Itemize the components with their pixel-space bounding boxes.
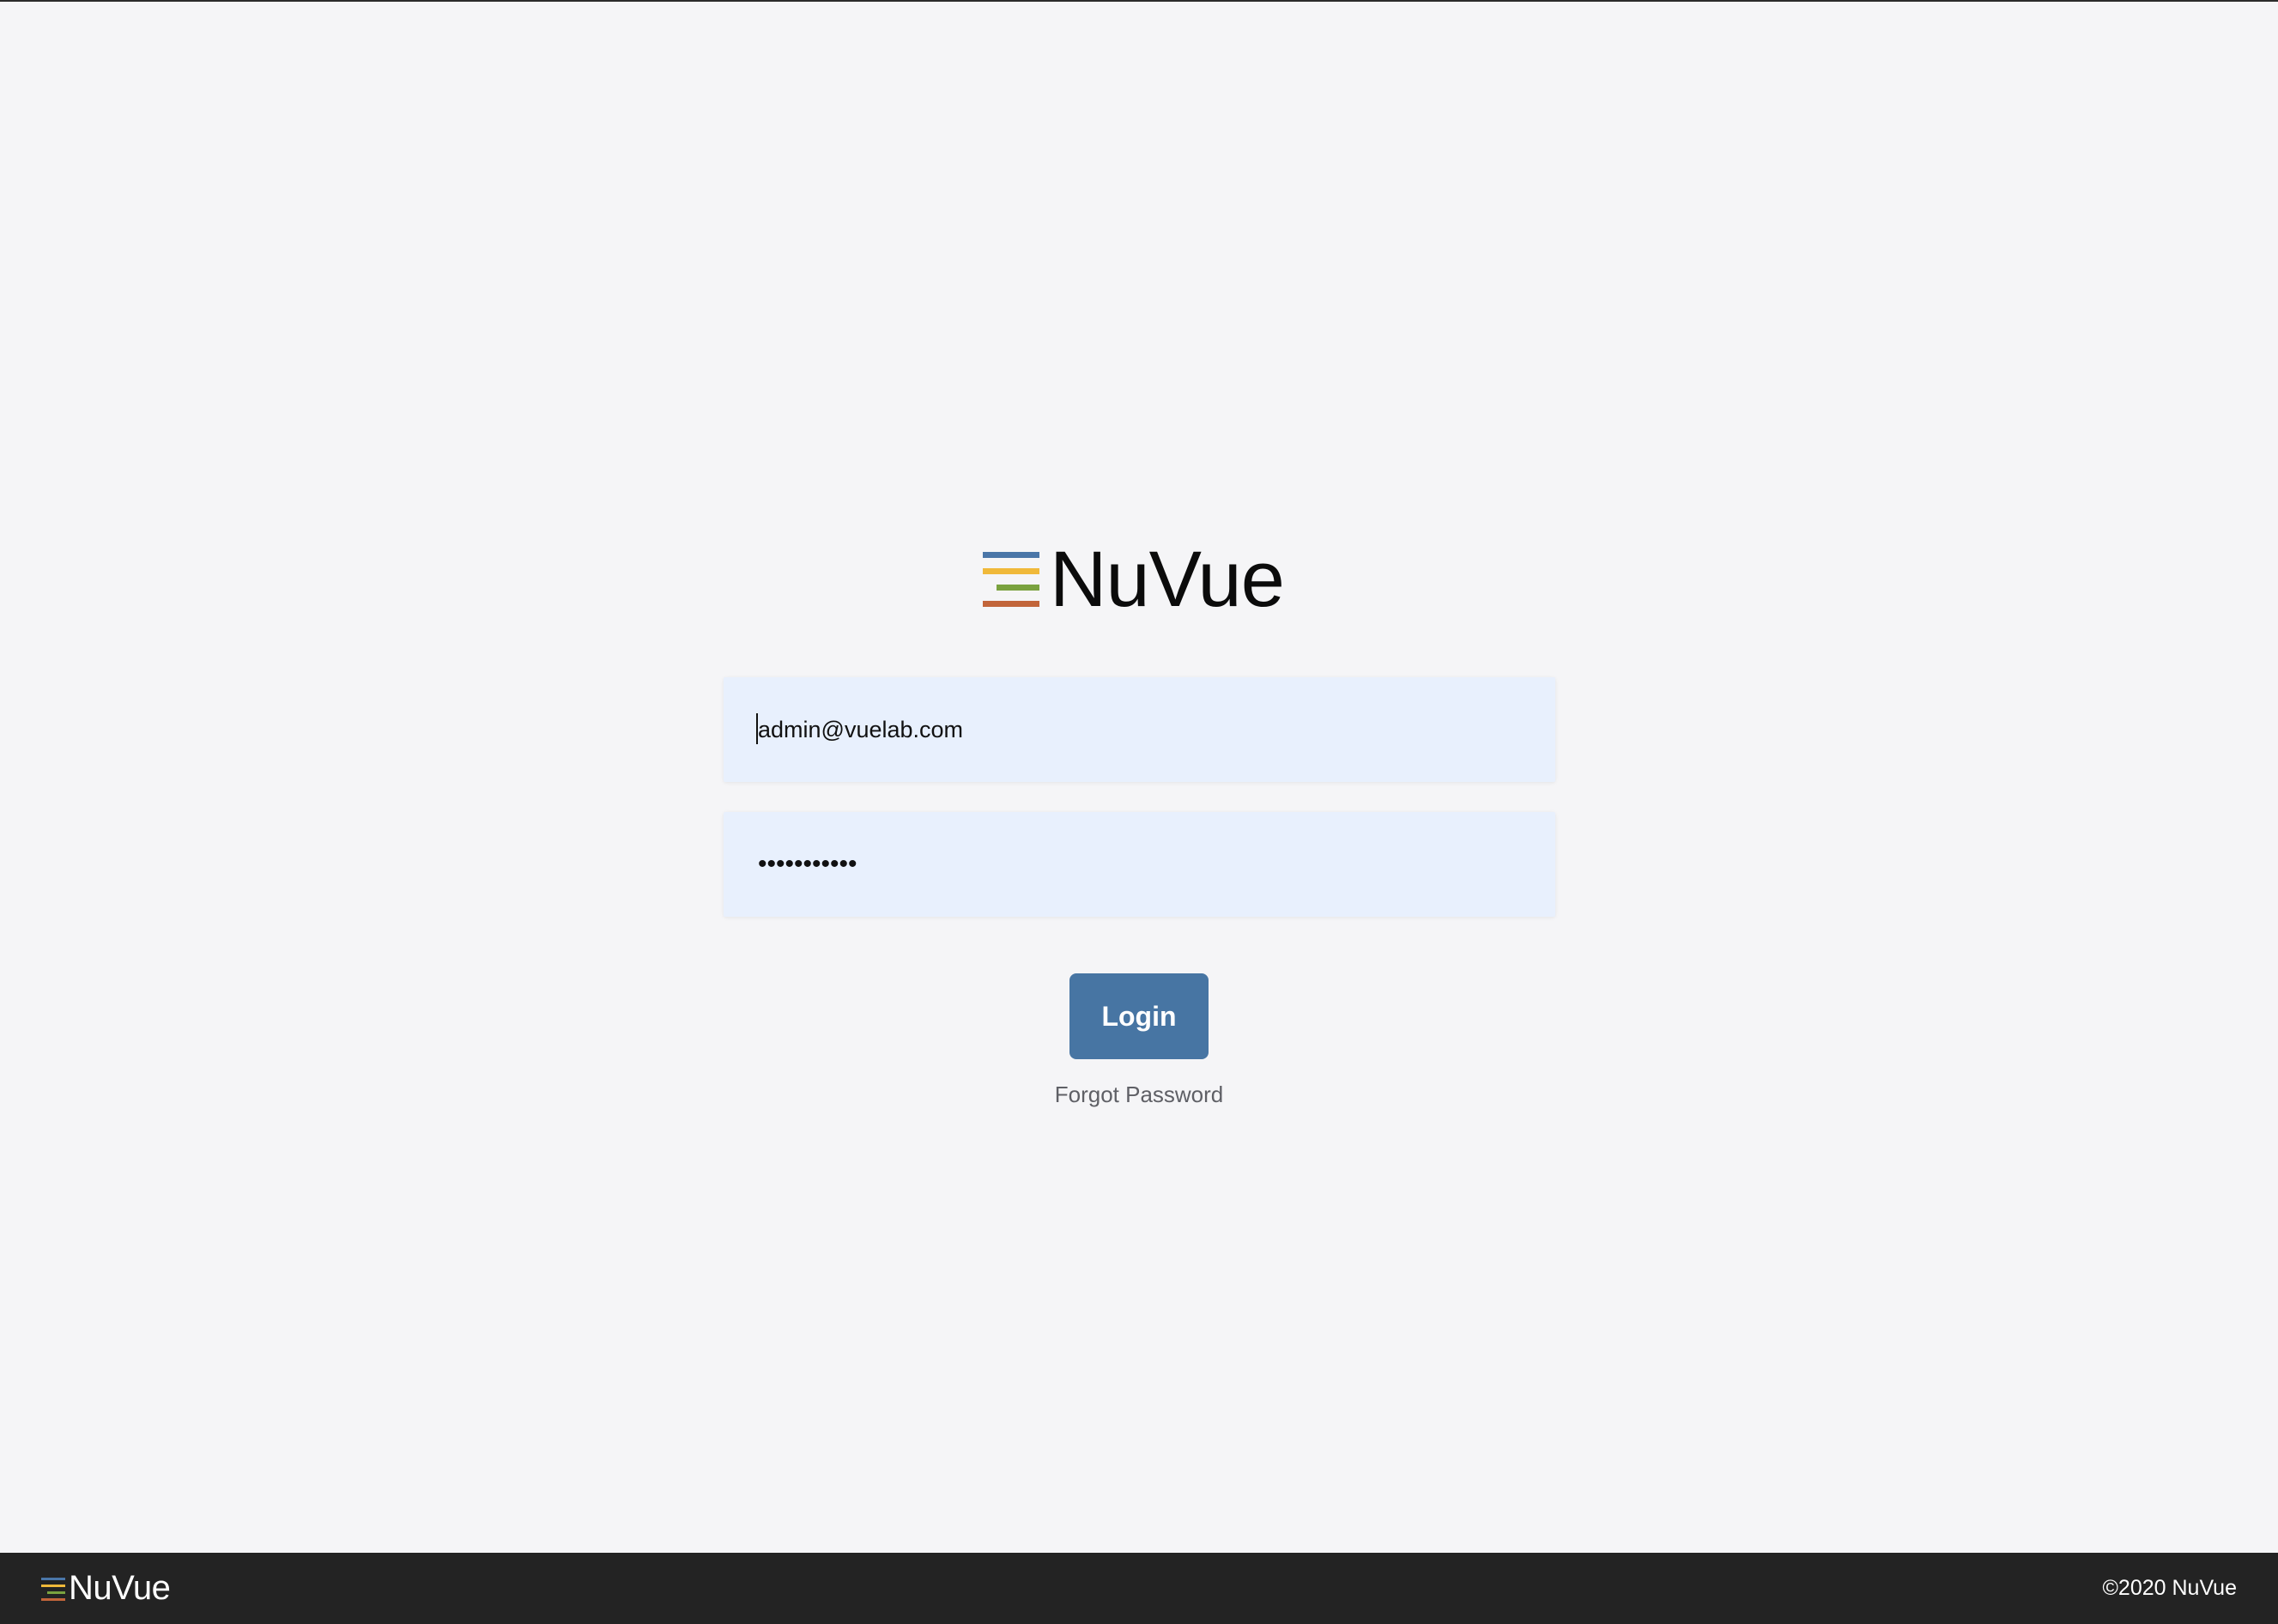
stacked-lines-logo-icon [41, 1577, 65, 1601]
footer-logo: NuVue [41, 1553, 171, 1624]
brand-name: NuVue [1050, 536, 1285, 623]
password-field[interactable]: ••••••••••• [724, 812, 1555, 917]
stacked-lines-logo-icon [983, 552, 1039, 607]
email-field[interactable]: admin@vuelab.com [724, 677, 1555, 782]
brand-logo: NuVue [983, 536, 1285, 623]
password-value: ••••••••••• [758, 850, 857, 878]
copyright-text: ©2020 NuVue [2102, 1576, 2238, 1600]
text-caret [756, 712, 758, 744]
footer: NuVue ©2020 NuVue [0, 1553, 2278, 1624]
footer-brand-name: NuVue [69, 1569, 171, 1607]
email-text: admin@vuelab.com [758, 716, 964, 742]
forgot-password-link[interactable]: Forgot Password [0, 1082, 2278, 1108]
login-button[interactable]: Login [1069, 973, 1209, 1059]
email-value: admin@vuelab.com [756, 712, 964, 744]
